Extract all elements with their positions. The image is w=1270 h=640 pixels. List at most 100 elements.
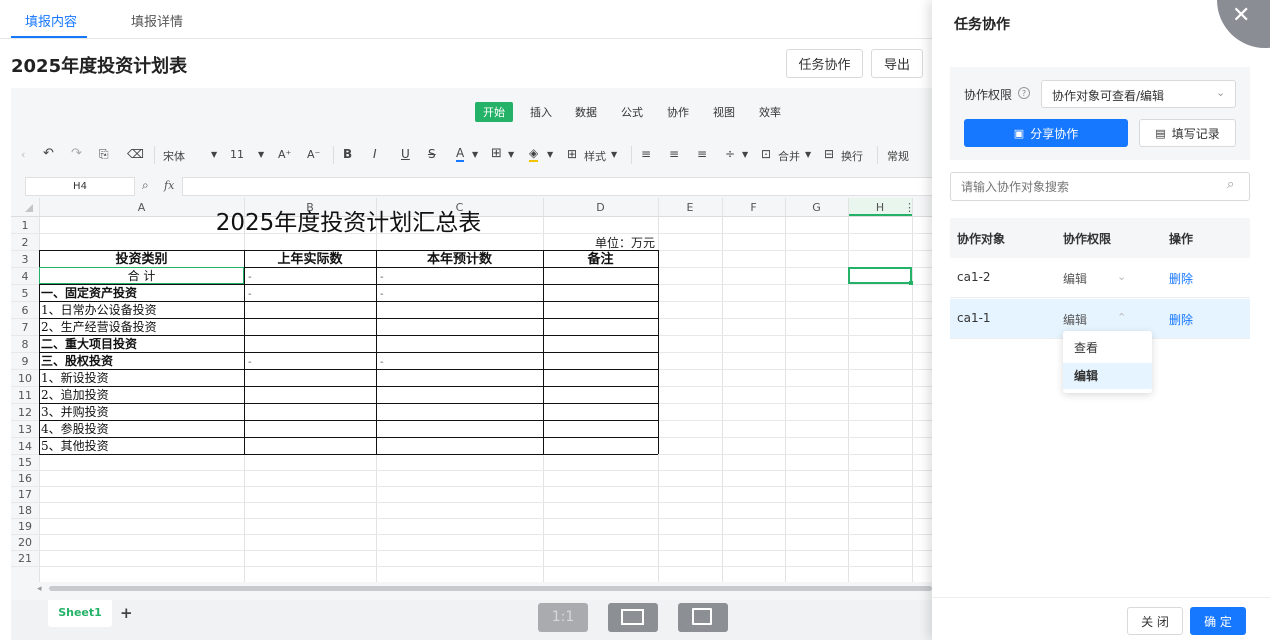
menu-collab[interactable]: 协作 [667,104,689,120]
chevron-down-icon[interactable]: ⌄ [1117,270,1126,283]
font-family-select[interactable]: 宋体 [163,148,185,164]
align-left-icon[interactable]: ≡ [641,147,651,161]
close-button[interactable]: 关 闭 [1127,607,1183,635]
fit-screen-button[interactable] [608,603,658,632]
drawer-title: 任务协作 [954,17,1010,33]
formula-input[interactable] [182,177,932,196]
fit-screen-icon [621,609,644,625]
sheet-menu-bar: 开始 插入 数据 公式 协作 视图 效率 [11,88,932,134]
header-collab-permission: 协作权限 [1063,232,1112,246]
merge-icon[interactable]: ⊡ [761,147,771,161]
fill-handle [909,281,913,285]
strikethrough-button[interactable]: S [428,147,436,161]
help-icon[interactable]: ? [1018,87,1030,99]
valign-dropdown-icon[interactable]: ▼ [742,150,748,159]
style-button[interactable]: 样式 [584,148,606,164]
prior-year-cell: - [248,357,252,368]
share-icon: ▣ [1013,126,1025,140]
fullscreen-button[interactable] [678,603,728,632]
toolbar-divider [877,146,878,164]
actual-size-button[interactable]: 1:1 [538,603,588,632]
font-size-select[interactable]: 11 [230,148,244,161]
close-icon[interactable]: ✕ [1232,5,1250,27]
underline-button[interactable]: U [401,147,410,161]
italic-button[interactable]: I [373,147,377,161]
merge-dropdown-icon[interactable]: ▼ [805,150,811,159]
fill-record-button[interactable]: ▤ 填写记录 [1139,119,1236,147]
align-center-icon[interactable]: ≡ [669,147,679,161]
task-collab-button[interactable]: 任务协作 [786,49,863,78]
font-color-dropdown-icon[interactable]: ▼ [472,150,478,159]
size-dropdown-icon[interactable]: ▼ [258,150,264,159]
horizontal-scrollbar-track: ◂ [11,582,932,600]
collab-search-box[interactable]: ⌕ [950,172,1250,201]
zoom-search-icon[interactable]: ⌕ [142,178,149,193]
chevron-up-icon[interactable]: ⌃ [1117,311,1126,324]
menu-efficiency[interactable]: 效率 [759,104,781,120]
grid-canvas: A B C D E F G H12345678910111213141516171819202… [11,198,932,582]
font-color-button[interactable]: A [456,146,465,162]
font-dropdown-icon[interactable]: ▼ [211,150,217,159]
header-collab-target: 协作对象 [957,232,1006,246]
delete-link[interactable]: 删除 [1169,311,1193,328]
export-button[interactable]: 导出 [871,49,923,78]
table-row: ca1-2 编辑 ⌄ 删除 [950,258,1250,298]
toolbar-divider [154,146,155,164]
fill-dropdown-icon[interactable]: ▼ [547,150,553,159]
search-icon[interactable]: ⌕ [1227,177,1234,192]
row-header-21: 21 [18,552,32,565]
scroll-left-icon[interactable]: ◂ [37,584,42,594]
selected-cell-h4 [848,267,912,284]
vertical-align-icon[interactable]: ÷ [725,147,735,161]
wrap-icon[interactable]: ⊟ [824,147,834,161]
wrap-text-button[interactable]: 换行 [841,148,863,164]
menu-start[interactable]: 开始 [475,102,513,122]
table-header-cell: 上年实际数 [277,251,343,267]
align-right-icon[interactable]: ≡ [697,147,707,161]
chevron-down-icon: ⌄ [1216,86,1226,99]
add-sheet-button[interactable]: + [120,604,133,622]
fill-record-label: 填写记录 [1171,126,1220,141]
fill-color-icon[interactable]: ◈ [529,146,539,162]
format-painter-icon[interactable]: ⎘ [99,147,109,162]
border-icon[interactable]: ⊞ [491,146,502,161]
sheet-grid[interactable]: A B C D E F G H 1 2 3 4 5 6 7 8 9 10 11 12 13 14 15 16 17 18 19 20 2… [11,198,932,582]
number-format-select[interactable]: 常规 [887,148,909,164]
clear-format-icon[interactable]: ⌫ [127,147,144,161]
share-collab-button[interactable]: ▣ 分享协作 [964,119,1128,147]
font-increase-button[interactable]: A⁺ [278,148,291,161]
confirm-button[interactable]: 确 定 [1190,607,1246,635]
category-cell: 2、追加投资 [41,387,109,402]
horizontal-scrollbar[interactable] [49,586,932,591]
menu-formula[interactable]: 公式 [621,104,643,120]
border-dropdown-icon[interactable]: ▼ [508,150,514,159]
delete-link[interactable]: 删除 [1169,270,1193,287]
row-permission-select[interactable]: 编辑 [1063,270,1087,287]
row-header-17: 17 [18,488,32,501]
collapse-left-icon[interactable]: ‹ [21,148,25,161]
merge-button[interactable]: 合并 [778,148,800,164]
font-decrease-button[interactable]: A⁻ [307,148,320,161]
menu-insert[interactable]: 插入 [530,104,552,120]
tab-fill-details[interactable]: 填报详情 [131,11,183,30]
bold-button[interactable]: B [343,147,352,161]
undo-icon[interactable]: ↶ [43,146,54,161]
formula-bar: H4 ⌕ fx [11,176,932,198]
style-icon[interactable]: ⊞ [567,147,577,161]
cell-name-box[interactable]: H4 [25,177,135,196]
redo-icon[interactable]: ↷ [71,146,82,161]
column-header-D: D [596,201,604,214]
style-dropdown-icon[interactable]: ▼ [611,150,617,159]
search-input[interactable] [961,178,1221,196]
menu-data[interactable]: 数据 [575,104,597,120]
row-permission-select[interactable]: 编辑 [1063,311,1087,328]
category-cell: 4、参股投资 [41,421,109,436]
menu-view[interactable]: 视图 [713,104,735,120]
current-year-cell: - [380,289,384,300]
sheet-tab-sheet1[interactable]: Sheet1 [48,600,112,627]
tab-fill-content[interactable]: 填报内容 [25,11,77,30]
permission-select[interactable]: 协作对象可查看/编辑 ⌄ [1041,80,1236,108]
category-cell: 3、并购投资 [41,404,109,419]
dropdown-option-view[interactable]: 查看 [1063,335,1152,361]
dropdown-option-edit[interactable]: 编辑 [1063,363,1152,389]
